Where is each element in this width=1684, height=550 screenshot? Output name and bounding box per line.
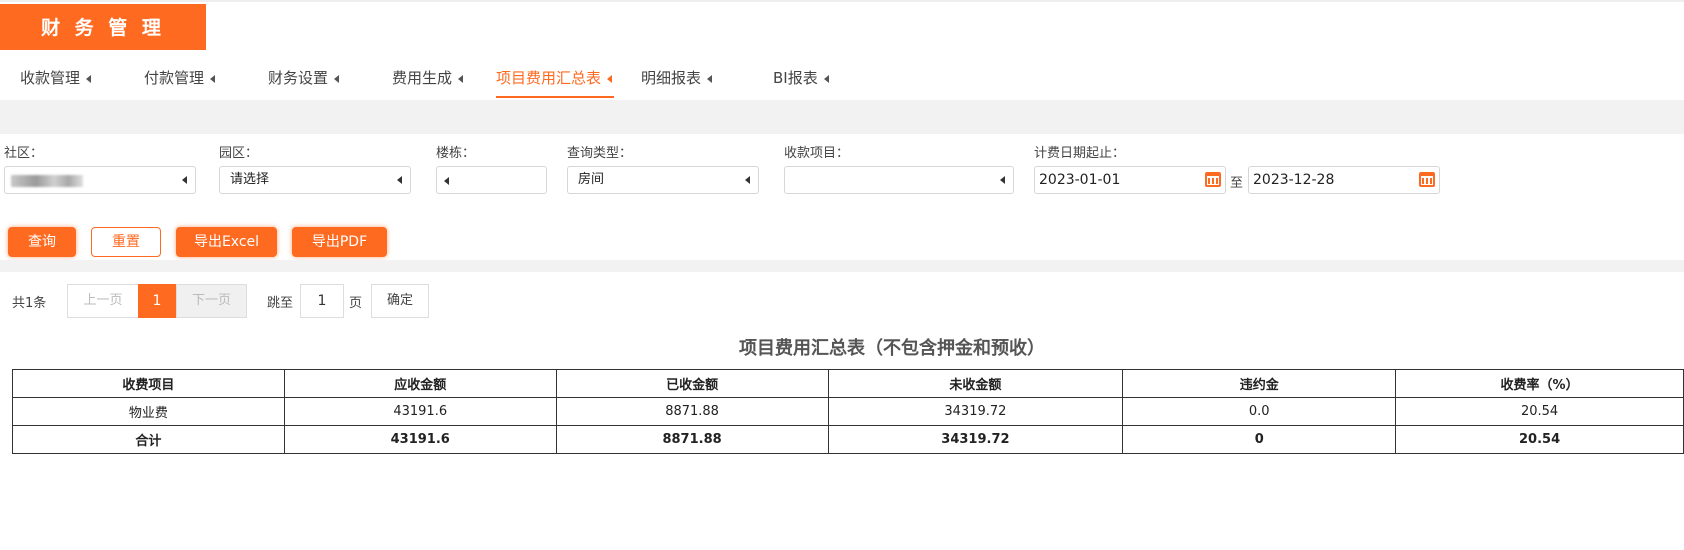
page-unit-label: 页 [349, 296, 363, 311]
export-excel-button[interactable]: 导出Excel [176, 227, 277, 257]
table-total-row: 合计 43191.6 8871.88 34319.72 0 20.54 [12, 425, 1684, 454]
date-start-input[interactable]: 2023-01-01 [1034, 166, 1226, 194]
nav-item-payments[interactable]: 付款管理 [144, 50, 216, 100]
current-page[interactable]: 1 [138, 284, 176, 318]
column-header: 未收金额 [827, 369, 1124, 398]
table-cell: 合计 [12, 425, 285, 454]
column-header: 应收金额 [283, 369, 557, 398]
table-cell: 20.54 [1395, 397, 1684, 426]
module-title: 财 务 管 理 [0, 4, 206, 52]
caret-left-icon [745, 176, 750, 184]
nav-label: 明细报表 [641, 69, 702, 87]
table-cell: 34319.72 [827, 397, 1124, 426]
charge-item-select[interactable] [784, 166, 1014, 194]
date-end-value: 2023-12-28 [1253, 172, 1335, 188]
jump-label: 跳至 [267, 296, 294, 311]
main-nav: 收款管理 付款管理 财务设置 费用生成 项目费用汇总表 明细报表 BI报表 [0, 50, 1684, 100]
nav-item-bi-report[interactable]: BI报表 [773, 50, 829, 100]
table-header-row: 收费项目 应收金额 已收金额 未收金额 违约金 收费率（%） [12, 369, 1684, 398]
building-select[interactable] [436, 166, 547, 194]
nav-label: 财务设置 [268, 69, 329, 87]
divider-band [0, 260, 1684, 272]
query-button[interactable]: 查询 [8, 227, 76, 257]
calendar-icon[interactable] [1205, 172, 1221, 187]
table-cell: 20.54 [1395, 425, 1684, 454]
nav-label: 收款管理 [20, 69, 81, 87]
table-row: 物业费 43191.6 8871.88 34319.72 0.0 20.54 [12, 397, 1684, 426]
table-cell: 8871.88 [555, 425, 829, 454]
community-label: 社区： [4, 146, 44, 161]
table-cell: 0.0 [1122, 397, 1397, 426]
table-cell: 物业费 [12, 397, 285, 426]
jump-confirm-button[interactable]: 确定 [371, 284, 429, 318]
caret-left-icon [397, 176, 402, 184]
caret-left-icon [334, 74, 340, 83]
summary-table: 收费项目 应收金额 已收金额 未收金额 违约金 收费率（%） 物业费 43191… [12, 369, 1684, 454]
table-cell: 8871.88 [555, 397, 829, 426]
column-header: 已收金额 [555, 369, 829, 398]
caret-left-icon [182, 176, 187, 184]
caret-left-icon [1000, 176, 1005, 184]
table-cell: 43191.6 [283, 425, 557, 454]
charge-item-label: 收款项目： [784, 146, 850, 161]
table-cell: 43191.6 [283, 397, 557, 426]
top-bar: 财 务 管 理 [0, 0, 1684, 53]
caret-left-icon [210, 74, 216, 83]
query-type-value: 房间 [578, 172, 605, 187]
caret-left-icon [707, 74, 713, 83]
report-title: 项目费用汇总表（不包含押金和预收） [739, 338, 1045, 359]
jump-page-input[interactable]: 1 [300, 284, 344, 318]
redacted-value [11, 175, 83, 187]
export-pdf-button[interactable]: 导出PDF [292, 227, 387, 257]
nav-label: 项目费用汇总表 [496, 69, 602, 87]
park-label: 园区： [219, 146, 259, 161]
caret-left-icon [607, 74, 613, 83]
table-cell: 34319.72 [827, 425, 1124, 454]
nav-item-finance-settings[interactable]: 财务设置 [268, 50, 340, 100]
caret-left-icon [823, 74, 829, 83]
date-range-separator: 至 [1230, 176, 1244, 191]
park-select-value: 请选择 [230, 172, 270, 187]
park-select[interactable]: 请选择 [219, 166, 411, 194]
nav-item-receipts[interactable]: 收款管理 [20, 50, 92, 100]
total-count: 共1条 [12, 296, 47, 311]
building-label: 楼栋： [436, 146, 476, 161]
nav-label: 付款管理 [144, 69, 205, 87]
prev-page-button[interactable]: 上一页 [67, 284, 139, 318]
divider-band [0, 100, 1684, 134]
column-header: 收费率（%） [1395, 369, 1684, 398]
caret-left-icon [86, 74, 92, 83]
nav-item-fee-generation[interactable]: 费用生成 [392, 50, 464, 100]
next-page-button[interactable]: 下一页 [176, 284, 247, 318]
column-header: 收费项目 [12, 369, 285, 398]
date-end-input[interactable]: 2023-12-28 [1248, 166, 1440, 194]
query-type-select[interactable]: 房间 [567, 166, 759, 194]
query-type-label: 查询类型： [567, 146, 633, 161]
column-header: 违约金 [1122, 369, 1397, 398]
caret-left-icon [444, 177, 449, 185]
active-tab-indicator [496, 96, 615, 98]
nav-item-detail-report[interactable]: 明细报表 [641, 50, 713, 100]
nav-label: BI报表 [773, 69, 818, 87]
calendar-icon[interactable] [1419, 172, 1435, 187]
nav-label: 费用生成 [392, 69, 453, 87]
date-start-value: 2023-01-01 [1039, 172, 1121, 188]
date-range-label: 计费日期起止： [1034, 146, 1126, 161]
reset-button[interactable]: 重置 [91, 227, 161, 257]
community-select[interactable] [4, 166, 196, 194]
table-cell: 0 [1122, 425, 1397, 454]
nav-item-project-fee-summary[interactable]: 项目费用汇总表 [496, 50, 615, 100]
caret-left-icon [458, 74, 464, 83]
